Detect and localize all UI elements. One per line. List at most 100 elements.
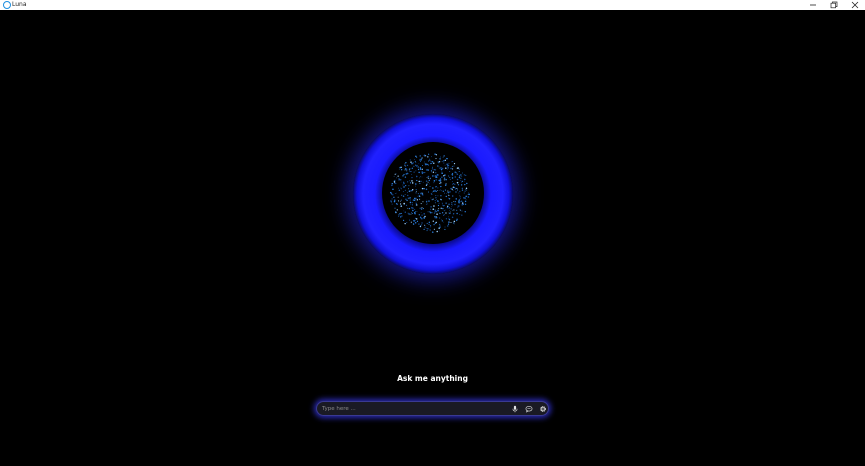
particle-dot: [449, 176, 451, 178]
particle-dot: [463, 180, 465, 182]
particle-dot: [423, 161, 425, 163]
particle-dot: [443, 162, 445, 164]
particle-dot: [419, 198, 421, 199]
settings-button[interactable]: [538, 404, 547, 413]
particle-dot: [416, 210, 418, 212]
assistant-orb[interactable]: [353, 114, 513, 274]
particle-dot: [438, 161, 441, 163]
particle-dot: [464, 203, 467, 205]
particle-dot: [439, 167, 440, 169]
particle-dot: [443, 177, 446, 179]
particle-dot: [416, 220, 419, 222]
particle-dot: [434, 215, 436, 218]
particle-dot: [464, 211, 466, 213]
particle-dot: [445, 193, 447, 195]
particle-dot: [436, 186, 437, 188]
microphone-button[interactable]: [510, 404, 519, 413]
particle-dot: [457, 184, 460, 186]
particle-dot: [436, 217, 438, 219]
particle-dot: [443, 214, 445, 216]
particle-dot: [439, 181, 441, 183]
particle-dot: [441, 167, 444, 170]
particle-dot: [445, 167, 447, 169]
particle-dot: [399, 203, 402, 205]
particle-dot: [465, 199, 467, 200]
particle-dot: [445, 212, 447, 214]
particle-dot: [410, 170, 412, 173]
particle-dot: [435, 175, 437, 177]
message-input[interactable]: [322, 402, 502, 415]
particle-dot: [421, 214, 423, 216]
particle-dot: [404, 189, 406, 191]
particle-dot: [459, 195, 461, 197]
particle-dot: [414, 222, 417, 224]
particle-dot: [408, 207, 411, 210]
particle-dot: [433, 162, 435, 164]
particle-dot: [460, 200, 463, 203]
particle-dot: [435, 211, 437, 213]
particle-dot: [400, 199, 402, 201]
restore-button[interactable]: [824, 0, 844, 10]
particle-dot: [463, 203, 465, 205]
particle-dot: [433, 205, 435, 207]
particle-dot: [444, 159, 446, 162]
minimize-button[interactable]: [803, 0, 823, 10]
particle-dot: [426, 177, 428, 178]
particle-dot: [397, 200, 400, 202]
particle-dot: [453, 201, 454, 202]
particle-dot: [411, 173, 413, 175]
particle-dot: [439, 212, 441, 215]
particle-dot: [434, 209, 436, 210]
particle-dot: [450, 167, 452, 170]
particle-dot: [404, 211, 407, 213]
particle-dot: [422, 181, 424, 183]
particle-dot: [408, 213, 410, 215]
particle-dot: [420, 180, 422, 182]
particle-dot: [443, 221, 445, 223]
particle-dot: [442, 159, 445, 162]
particle-dot: [417, 195, 419, 197]
particle-dot: [405, 165, 407, 167]
particle-dot: [423, 217, 425, 219]
particle-dot: [426, 199, 428, 201]
particle-dot: [409, 180, 411, 182]
particle-dot: [465, 189, 467, 191]
particle-dot: [440, 168, 443, 171]
particle-dot: [422, 173, 424, 175]
particle-dot: [441, 176, 443, 179]
particle-dot: [394, 199, 396, 201]
particle-dot: [452, 210, 453, 211]
particle-dot: [415, 218, 418, 220]
particle-dot: [399, 166, 401, 169]
particle-dot: [428, 221, 431, 224]
minimize-icon: [810, 4, 816, 6]
particle-dot: [432, 198, 434, 200]
app-window: Luna Ask me anything: [0, 0, 865, 466]
particle-dot: [392, 188, 394, 190]
chat-button[interactable]: [524, 404, 533, 413]
particle-dot: [447, 223, 450, 225]
particle-dot: [397, 196, 399, 198]
restore-icon: [830, 1, 838, 9]
particle-dot: [427, 177, 429, 179]
close-button[interactable]: [845, 0, 865, 10]
particle-dot: [417, 168, 420, 171]
particle-dot: [433, 180, 436, 182]
title-bar[interactable]: Luna: [0, 0, 865, 10]
particle-dot: [460, 184, 463, 186]
particle-dot: [409, 201, 412, 204]
particle-dot: [438, 189, 440, 191]
particle-dot: [428, 158, 430, 160]
particle-dot: [442, 203, 443, 205]
particle-dot: [460, 180, 462, 181]
particle-dot: [445, 183, 447, 185]
particle-dot: [409, 219, 411, 221]
particle-dot: [415, 201, 417, 203]
particle-dot: [435, 179, 437, 181]
particle-dot: [419, 182, 421, 185]
particle-dot: [459, 201, 461, 203]
particle-dot: [444, 226, 446, 228]
particle-dot: [435, 158, 437, 160]
particle-dot: [423, 213, 426, 215]
particle-dot: [406, 170, 408, 172]
